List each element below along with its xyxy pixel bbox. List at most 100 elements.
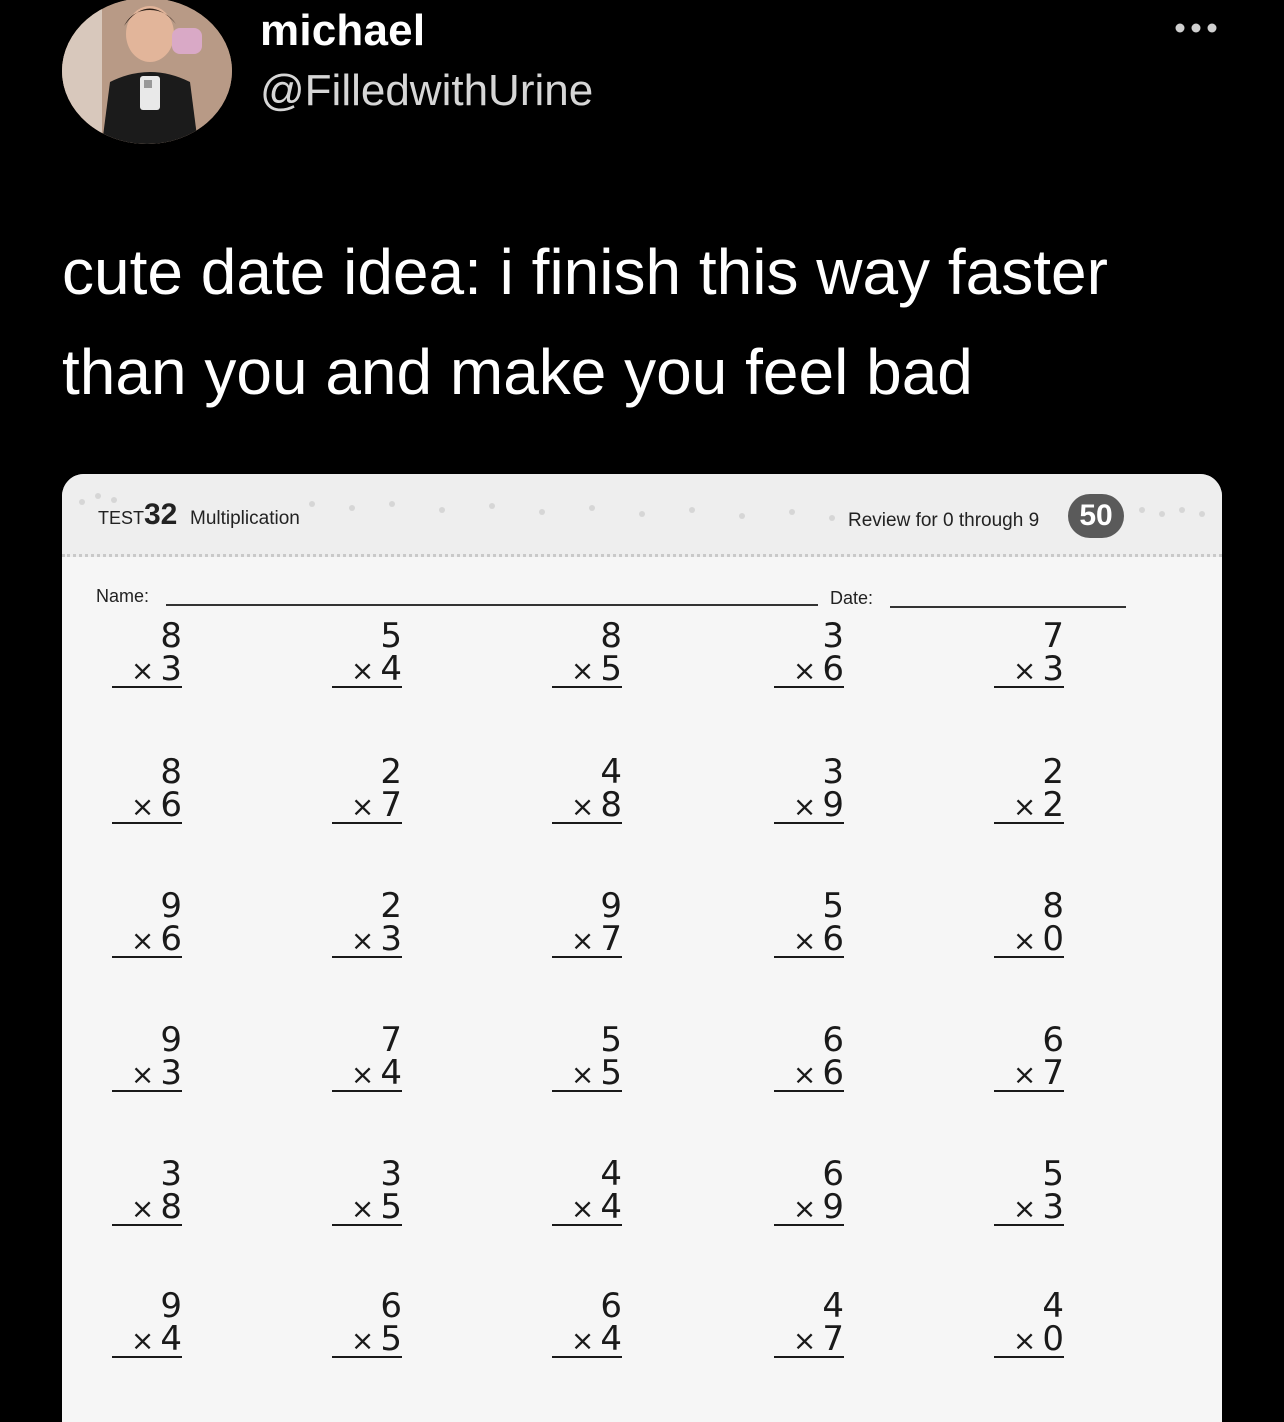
problem-multiplier: 2 bbox=[1042, 785, 1064, 825]
times-sign: × bbox=[570, 1192, 595, 1225]
times-sign: × bbox=[1012, 654, 1037, 687]
problem-multiplicand: 6 bbox=[822, 1020, 844, 1060]
problem-multiplicand: 8 bbox=[600, 616, 622, 656]
problem-multiplier: 6 bbox=[160, 919, 182, 959]
multiplication-problem: 9 × 6 bbox=[112, 886, 182, 959]
multiplication-problem: 9 × 3 bbox=[112, 1023, 182, 1092]
multiplication-problem: 4 × 4 bbox=[552, 1154, 622, 1227]
times-sign: × bbox=[792, 790, 817, 823]
problem-multiplicand: 4 bbox=[600, 1154, 622, 1194]
problem-multiplier: 0 bbox=[1042, 919, 1064, 959]
multiplication-problem: 6 × 9 bbox=[774, 1154, 844, 1226]
problem-multiplier: 6 bbox=[822, 649, 844, 689]
times-sign: × bbox=[570, 1324, 595, 1357]
user-handle[interactable]: @FilledwithUrine bbox=[260, 66, 593, 116]
multiplication-problem: 2 × 3 bbox=[332, 886, 402, 958]
multiplication-problem: 3 × 5 bbox=[332, 1157, 402, 1226]
times-sign: × bbox=[130, 1192, 155, 1225]
problem-multiplier-row: × 6 bbox=[112, 788, 182, 824]
problem-multiplier-row: × 9 bbox=[774, 1190, 844, 1226]
multiplication-problem: 6 × 4 bbox=[552, 1286, 622, 1359]
problem-multiplier-row: × 7 bbox=[774, 1322, 844, 1358]
multiplication-problem: 4 × 8 bbox=[552, 752, 622, 824]
problem-multiplier-row: × 3 bbox=[994, 652, 1064, 688]
problem-multiplier-row: × 3 bbox=[112, 1056, 182, 1092]
name-line bbox=[166, 604, 818, 606]
multiplication-problem: 8 × 6 bbox=[112, 752, 182, 824]
times-sign: × bbox=[350, 654, 375, 687]
times-sign: × bbox=[350, 1058, 375, 1091]
problem-multiplicand: 2 bbox=[380, 886, 402, 926]
problem-multiplicand: 7 bbox=[1042, 616, 1064, 656]
problem-multiplicand: 3 bbox=[822, 752, 844, 792]
times-sign: × bbox=[1012, 790, 1037, 823]
times-sign: × bbox=[350, 790, 375, 823]
problem-multiplier: 4 bbox=[160, 1319, 182, 1359]
worksheet-image[interactable]: TEST 32 Multiplication Review for 0 thro… bbox=[62, 474, 1222, 1422]
problem-multiplier-row: × 8 bbox=[552, 788, 622, 824]
problem-multiplier: 4 bbox=[600, 1319, 622, 1359]
problem-multiplicand: 8 bbox=[160, 616, 182, 656]
avatar[interactable] bbox=[62, 0, 232, 144]
times-sign: × bbox=[1012, 1192, 1037, 1225]
problem-multiplier-row: × 8 bbox=[112, 1190, 182, 1226]
times-sign: × bbox=[130, 790, 155, 823]
multiplication-problem: 3 × 8 bbox=[112, 1157, 182, 1226]
problem-multiplier-row: × 4 bbox=[332, 1056, 402, 1092]
multiplication-problem: 8 × 0 bbox=[994, 886, 1064, 959]
more-horizontal-icon[interactable] bbox=[1168, 16, 1224, 40]
problem-multiplier-row: × 2 bbox=[994, 788, 1064, 824]
multiplication-problem: 3 × 6 bbox=[774, 619, 844, 688]
problem-multiplier: 6 bbox=[822, 919, 844, 959]
multiplication-problem: 4 × 0 bbox=[994, 1289, 1064, 1358]
multiplication-problem: 3 × 9 bbox=[774, 752, 844, 824]
times-sign: × bbox=[130, 1058, 155, 1091]
problem-multiplicand: 9 bbox=[160, 886, 182, 926]
multiplication-problem: 8 × 3 bbox=[112, 616, 182, 688]
times-sign: × bbox=[792, 924, 817, 957]
problem-multiplicand: 8 bbox=[160, 752, 182, 792]
times-sign: × bbox=[792, 1324, 817, 1357]
problem-multiplier: 8 bbox=[160, 1187, 182, 1227]
problem-multiplier: 4 bbox=[600, 1187, 622, 1227]
times-sign: × bbox=[1012, 924, 1037, 957]
problem-multiplier: 5 bbox=[600, 1053, 622, 1093]
problem-multiplicand: 4 bbox=[600, 752, 622, 792]
times-sign: × bbox=[350, 1192, 375, 1225]
times-sign: × bbox=[570, 924, 595, 957]
display-name[interactable]: michael bbox=[260, 6, 425, 56]
times-sign: × bbox=[350, 1324, 375, 1357]
problem-multiplier-row: × 9 bbox=[774, 788, 844, 824]
problem-multiplier: 9 bbox=[822, 1187, 844, 1227]
problem-multiplier-row: × 5 bbox=[552, 1056, 622, 1092]
problem-multiplier: 6 bbox=[822, 1053, 844, 1093]
problem-multiplicand: 9 bbox=[600, 886, 622, 926]
problem-multiplier-row: × 5 bbox=[552, 652, 622, 688]
times-sign: × bbox=[570, 790, 595, 823]
times-sign: × bbox=[1012, 1058, 1037, 1091]
problem-multiplier: 3 bbox=[1042, 1187, 1064, 1227]
problem-multiplicand: 8 bbox=[1042, 886, 1064, 926]
multiplication-problem: 4 × 7 bbox=[774, 1289, 844, 1358]
multiplication-problem: 7 × 3 bbox=[994, 616, 1064, 688]
problem-multiplier-row: × 3 bbox=[332, 922, 402, 958]
score-badge: 50 bbox=[1068, 494, 1124, 538]
problem-multiplier-row: × 6 bbox=[774, 1056, 844, 1092]
problem-multiplicand: 2 bbox=[380, 752, 402, 792]
problem-multiplier: 4 bbox=[380, 1053, 402, 1093]
problem-multiplicand: 6 bbox=[822, 1154, 844, 1194]
problem-multiplier-row: × 6 bbox=[774, 652, 844, 688]
problem-multiplier-row: × 3 bbox=[112, 652, 182, 688]
date-label: Date: bbox=[830, 588, 874, 608]
problem-multiplier-row: × 5 bbox=[332, 1322, 402, 1358]
times-sign: × bbox=[570, 1058, 595, 1091]
problem-multiplier: 4 bbox=[380, 649, 402, 689]
problem-multiplicand: 6 bbox=[600, 1286, 622, 1326]
multiplication-problem: 5 × 3 bbox=[994, 1157, 1064, 1227]
problem-multiplicand: 6 bbox=[1042, 1020, 1064, 1060]
worksheet-header: TEST 32 Multiplication Review for 0 thro… bbox=[62, 474, 1222, 557]
times-sign: × bbox=[792, 654, 817, 687]
problem-multiplicand: 9 bbox=[160, 1286, 182, 1326]
problem-multiplier: 5 bbox=[380, 1319, 402, 1359]
date-line bbox=[890, 606, 1126, 608]
